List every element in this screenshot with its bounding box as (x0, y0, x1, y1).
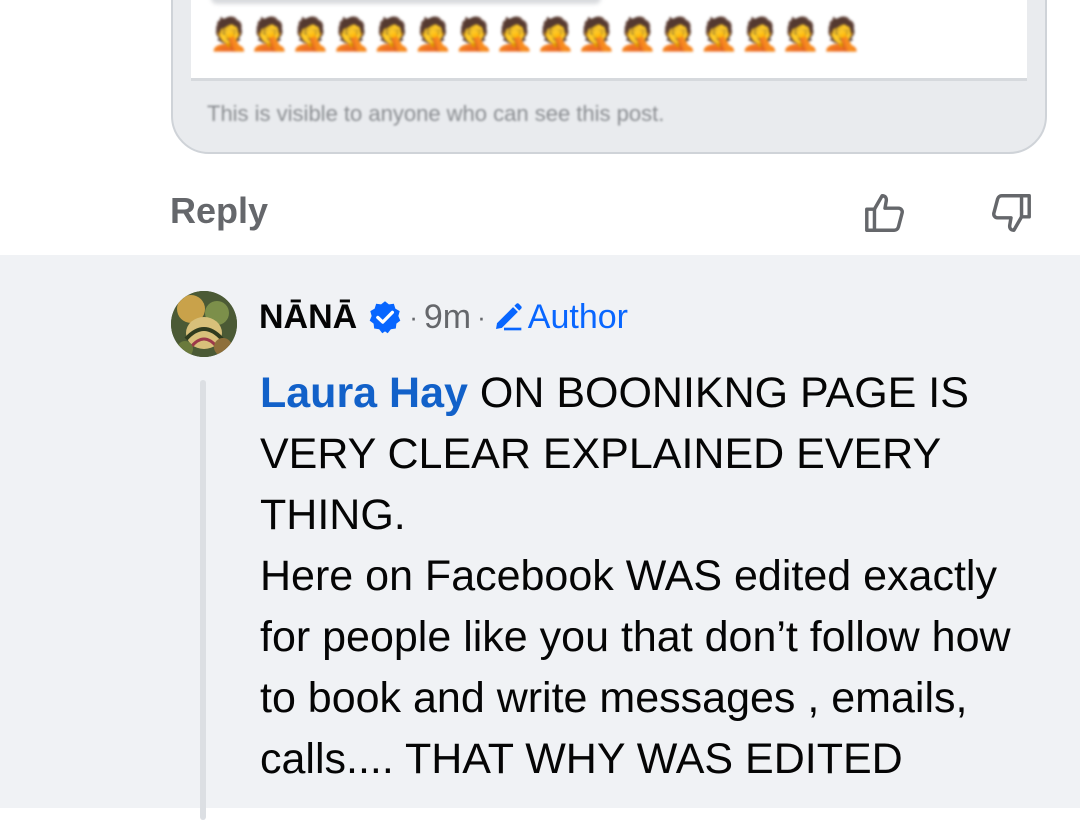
visibility-note: This is visible to anyone who can see th… (207, 101, 665, 126)
facepalm-emoji: 🤦 (576, 16, 617, 52)
attachment-preview: 🤦 🤦 🤦 🤦 🤦 🤦 🤦 🤦 🤦 🤦 🤦 🤦 🤦 🤦 🤦 🤦 (191, 0, 1027, 81)
comment-paragraph: Laura Hay ON BOONIKNG PAGE IS VERY CLEAR… (260, 363, 1050, 546)
emoji-row: 🤦 🤦 🤦 🤦 🤦 🤦 🤦 🤦 🤦 🤦 🤦 🤦 🤦 🤦 🤦 🤦 (209, 14, 862, 54)
facepalm-emoji: 🤦 (658, 16, 699, 52)
attachment-text-cut (211, 0, 601, 4)
reply-button[interactable]: Reply (170, 190, 268, 232)
timestamp[interactable]: 9m (424, 298, 471, 337)
comment-meta: NĀNĀ · 9m · Author (259, 295, 628, 339)
thread-line (200, 380, 206, 820)
facepalm-emoji: 🤦 (331, 16, 372, 52)
facepalm-emoji: 🤦 (209, 16, 249, 52)
comment-text-line: Here on Facebook WAS edited exactly for … (260, 552, 1011, 783)
avatar[interactable] (171, 291, 237, 357)
facepalm-emoji: 🤦 (249, 16, 290, 52)
facepalm-emoji: 🤦 (494, 16, 535, 52)
facepalm-emoji: 🤦 (699, 16, 739, 52)
thumbs-down-icon[interactable] (988, 190, 1034, 236)
avatar-image (171, 291, 237, 357)
facepalm-emoji: 🤦 (372, 16, 413, 52)
attachment-card[interactable]: 🤦 🤦 🤦 🤦 🤦 🤦 🤦 🤦 🤦 🤦 🤦 🤦 🤦 🤦 🤦 🤦 This is … (171, 0, 1047, 154)
verified-badge-icon (369, 301, 401, 334)
mention-link[interactable]: Laura Hay (260, 369, 468, 417)
author-name[interactable]: NĀNĀ (259, 298, 357, 337)
facepalm-emoji: 🤦 (821, 16, 862, 52)
facepalm-emoji: 🤦 (780, 16, 821, 52)
facepalm-emoji: 🤦 (454, 16, 494, 52)
separator-dot: · (477, 301, 486, 332)
comment-body: Laura Hay ON BOONIKNG PAGE IS VERY CLEAR… (260, 363, 1050, 790)
facepalm-emoji: 🤦 (739, 16, 780, 52)
thumbs-up-icon[interactable] (862, 190, 908, 236)
author-badge: Author (527, 297, 628, 336)
pencil-icon (495, 303, 522, 331)
facepalm-emoji: 🤦 (617, 16, 658, 52)
facepalm-emoji: 🤦 (535, 16, 576, 52)
facepalm-emoji: 🤦 (290, 16, 331, 52)
previous-comment-section: 🤦 🤦 🤦 🤦 🤦 🤦 🤦 🤦 🤦 🤦 🤦 🤦 🤦 🤦 🤦 🤦 This is … (0, 0, 1080, 255)
facepalm-emoji: 🤦 (413, 16, 454, 52)
separator-dot: · (409, 301, 418, 332)
